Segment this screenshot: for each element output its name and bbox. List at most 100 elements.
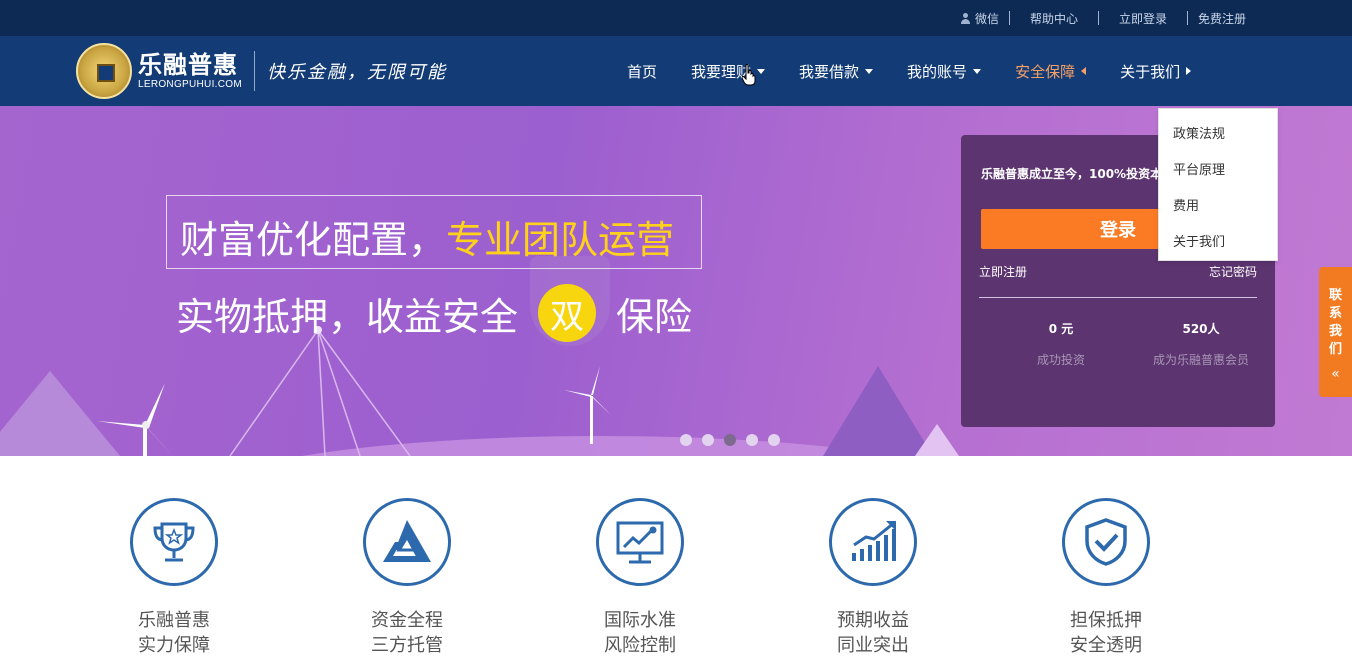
nav-item-about[interactable]: 关于我们: [1103, 36, 1208, 106]
feature-title: 担保抵押 安全透明: [1026, 608, 1186, 658]
feature-line: 担保抵押: [1070, 610, 1142, 631]
hero-headline-highlight: 专业团队运营: [446, 218, 675, 262]
wechat-link[interactable]: 微信: [950, 10, 1009, 27]
nav-label: 安全保障: [1015, 62, 1076, 81]
nav-item-home[interactable]: 首页: [610, 36, 674, 106]
caret-left-icon: [1081, 67, 1087, 75]
feature-icon-circle: [363, 498, 451, 586]
stat-label: 成为乐融普惠会员: [1152, 353, 1249, 367]
carousel-dots: [680, 434, 780, 446]
trophy-icon: [153, 522, 195, 562]
feature-line: 国际水准: [604, 610, 676, 631]
stat-members: 520人 成为乐融普惠会员: [1131, 320, 1271, 368]
divider: [979, 297, 1257, 298]
dropdown-item-policy[interactable]: 政策法规: [1159, 117, 1277, 153]
feature-strength: 乐融普惠 实力保障: [94, 498, 254, 658]
contact-char: 我: [1328, 324, 1342, 339]
feature-icon-circle: [130, 498, 218, 586]
contact-char: 系: [1328, 306, 1342, 321]
about-dropdown-menu: 政策法规 平台原理 费用 关于我们: [1158, 108, 1278, 261]
hero-banner: 财富优化配置，专业团队运营 实物抵押，收益安全 双 保险 乐融普惠成立至今，10…: [0, 106, 1352, 456]
carousel-dot[interactable]: [768, 434, 780, 446]
growth-chart-icon: [852, 521, 896, 561]
top-utility-bar: 微信 帮助中心 立即登录 免费注册: [0, 0, 1352, 36]
feature-title: 预期收益 同业突出: [793, 608, 953, 658]
login-links: 立即注册 忘记密码: [979, 263, 1257, 280]
nav-label: 我要借款: [799, 62, 860, 81]
nav-label: 首页: [627, 62, 658, 81]
feature-custody: 资金全程 三方托管: [327, 498, 487, 658]
site-logo[interactable]: 乐融普惠 LERONGPUHUI.COM 快乐金融，无限可能: [76, 42, 447, 100]
feature-title: 资金全程 三方托管: [327, 608, 487, 658]
caret-right-icon: [1186, 67, 1192, 75]
logo-divider: [253, 51, 255, 91]
hero-headline: 财富优化配置，专业团队运营: [180, 209, 674, 264]
main-navbar: 乐融普惠 LERONGPUHUI.COM 快乐金融，无限可能 首页 我要理财 我…: [0, 36, 1352, 106]
top-links: 微信 帮助中心 立即登录 免费注册: [950, 0, 1256, 36]
dropdown-item-about[interactable]: 关于我们: [1159, 225, 1277, 261]
nav-label: 关于我们: [1120, 62, 1181, 81]
hero-subheadline: 实物抵押，收益安全 双 保险: [176, 284, 692, 342]
feature-returns: 预期收益 同业突出: [793, 498, 953, 658]
logo-text: 乐融普惠 LERONGPUHUI.COM: [138, 51, 242, 91]
dropdown-item-fees[interactable]: 费用: [1159, 189, 1277, 225]
stat-invested: 0 元 成功投资: [991, 320, 1131, 368]
forgot-password-link[interactable]: 忘记密码: [1209, 263, 1257, 280]
feature-guarantee: 担保抵押 安全透明: [1026, 498, 1186, 658]
feature-icon-circle: [829, 498, 917, 586]
carousel-dot[interactable]: [746, 434, 758, 446]
wind-turbine-icon: [564, 366, 612, 444]
double-chevron-left-icon: «: [1331, 366, 1340, 382]
shield-check-icon: [1085, 518, 1127, 566]
mountain-decoration: [915, 424, 959, 456]
contact-char: 联: [1328, 288, 1342, 303]
feature-line: 乐融普惠: [138, 610, 210, 631]
contact-char: 们: [1328, 342, 1342, 357]
contact-us-tab[interactable]: 联 系 我 们 «: [1319, 267, 1352, 397]
carousel-dot[interactable]: [680, 434, 692, 446]
caret-down-icon: [757, 68, 766, 74]
features-section: 乐融普惠 实力保障 资金全程 三方托管 国际水准 风险控制 预期收益 同业突出 …: [0, 456, 1352, 664]
main-menu: 首页 我要理财 我要借款 我的账号 安全保障 关于我们: [610, 36, 1208, 106]
monitor-chart-icon: [616, 521, 664, 564]
double-badge: 双: [538, 284, 597, 342]
feature-line: 资金全程: [371, 610, 443, 631]
feature-title: 国际水准 风险控制: [560, 608, 720, 658]
nav-item-account[interactable]: 我的账号: [890, 36, 998, 106]
nav-label: 我的账号: [907, 62, 968, 81]
feature-icon-circle: [1062, 498, 1150, 586]
nav-item-security[interactable]: 安全保障: [998, 36, 1103, 106]
wind-turbine-icon: [97, 383, 173, 456]
register-link[interactable]: 免费注册: [1188, 10, 1256, 27]
help-center-link[interactable]: 帮助中心: [1010, 10, 1098, 27]
hero-subheadline-part: 保险: [616, 294, 693, 339]
feature-line: 同业突出: [837, 635, 909, 656]
stat-label: 成功投资: [1036, 353, 1085, 367]
feature-risk-control: 国际水准 风险控制: [560, 498, 720, 658]
brand-domain: LERONGPUHUI.COM: [138, 79, 242, 90]
feature-title: 乐融普惠 实力保障: [94, 608, 254, 658]
hand-cursor-icon: [742, 64, 756, 86]
caret-down-icon: [865, 68, 874, 74]
register-now-link[interactable]: 立即注册: [979, 263, 1027, 280]
feature-line: 预期收益: [837, 610, 909, 631]
nav-item-borrow[interactable]: 我要借款: [782, 36, 890, 106]
coin-logo-icon: [76, 43, 132, 99]
stat-value: 0 元: [1048, 322, 1074, 336]
carousel-dot[interactable]: [702, 434, 714, 446]
stat-value: 520人: [1182, 322, 1220, 336]
hero-headline-part: 财富优化配置，: [180, 218, 447, 262]
feature-line: 实力保障: [138, 635, 210, 656]
hero-subheadline-part: 实物抵押，收益安全: [176, 294, 519, 339]
login-link[interactable]: 立即登录: [1099, 10, 1187, 27]
wechat-label: 微信: [974, 11, 999, 26]
brand-name: 乐融普惠: [138, 51, 238, 79]
carousel-dot-active[interactable]: [724, 434, 736, 446]
feature-icon-circle: [596, 498, 684, 586]
nav-item-invest[interactable]: 我要理财: [674, 36, 782, 106]
brand-slogan: 快乐金融，无限可能: [266, 62, 447, 83]
dropdown-item-principle[interactable]: 平台原理: [1159, 153, 1277, 189]
feature-line: 安全透明: [1070, 635, 1142, 656]
caret-down-icon: [973, 68, 982, 74]
feature-line: 风险控制: [604, 635, 676, 656]
